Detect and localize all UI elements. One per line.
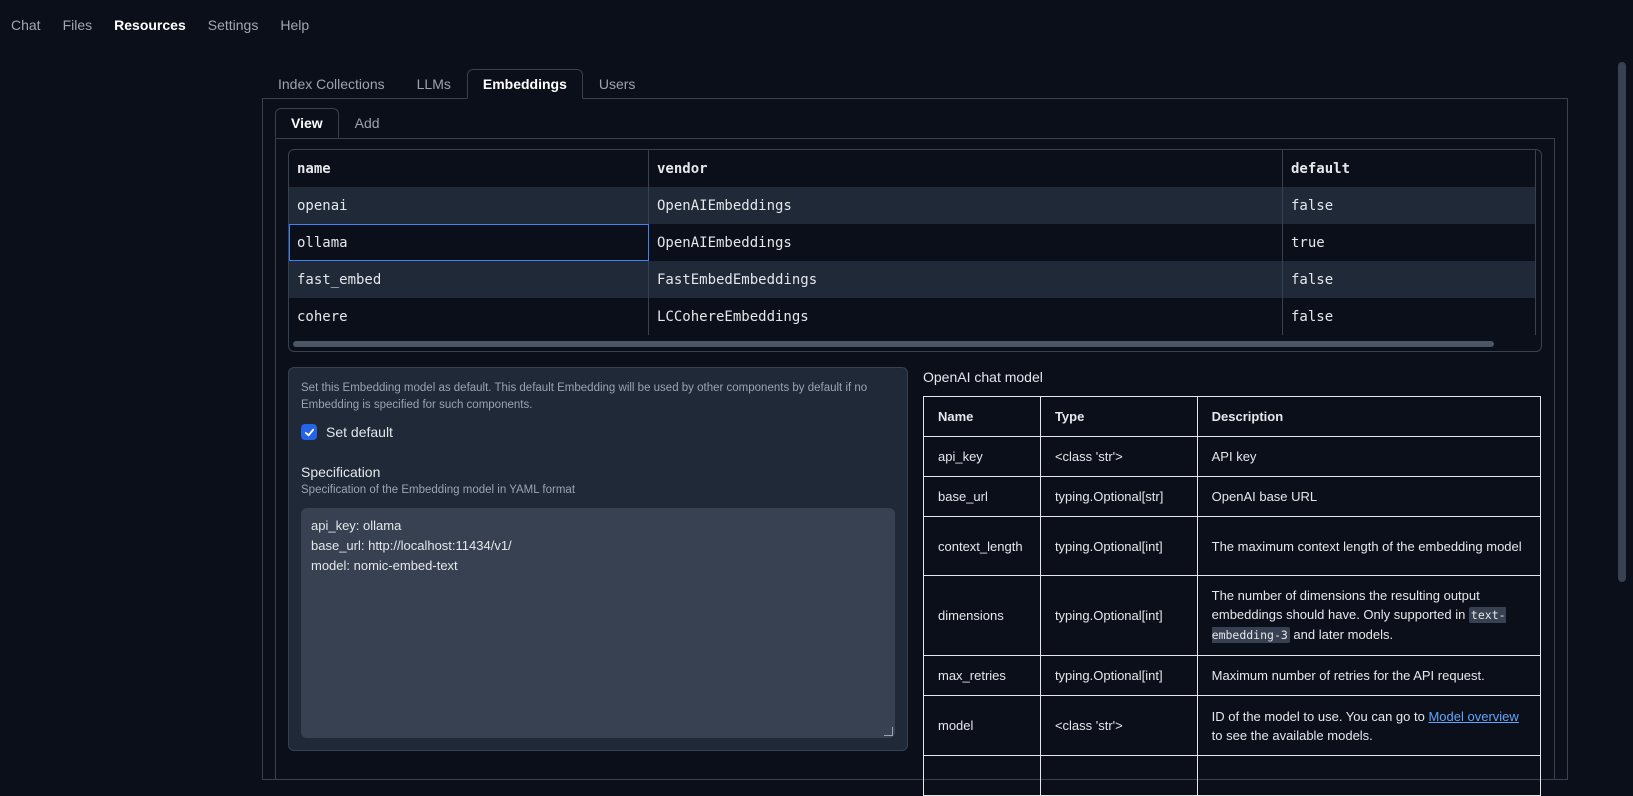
- embeddings-table: name vendor default openai OpenAIEmbeddi…: [288, 149, 1542, 352]
- param-type: typing.Optional[int]: [1039, 575, 1198, 656]
- cell-vendor[interactable]: OpenAIEmbeddings: [648, 224, 1283, 261]
- param-name: base_url: [923, 476, 1041, 517]
- tab-index-collections[interactable]: Index Collections: [262, 69, 401, 99]
- specification-title: Specification: [301, 464, 381, 480]
- column-header-name[interactable]: name: [289, 150, 649, 187]
- param-name: [923, 755, 1041, 796]
- default-info-text: Set this Embedding model as default. Thi…: [301, 382, 868, 411]
- set-default-row[interactable]: Set default: [301, 424, 393, 440]
- param-desc: Maximum number of retries for the API re…: [1196, 655, 1542, 696]
- table-row[interactable]: fast_embed FastEmbedEmbeddings false: [289, 261, 1536, 298]
- param-name: api_key: [923, 436, 1041, 477]
- column-header-default[interactable]: default: [1282, 150, 1536, 187]
- params-table: Name Type Description api_key <class 'st…: [923, 396, 1542, 796]
- table-row[interactable]: cohere LCCohereEmbeddings false: [289, 298, 1536, 335]
- cell-default[interactable]: false: [1282, 187, 1536, 224]
- embedding-settings-card: Set this Embedding model as default. Thi…: [288, 367, 908, 751]
- param-desc: [1196, 755, 1542, 796]
- page-scrollbar[interactable]: [1618, 62, 1626, 582]
- nav-files[interactable]: Files: [52, 17, 104, 33]
- param-desc: The maximum context length of the embedd…: [1196, 516, 1542, 576]
- params-row: api_key <class 'str'> API key: [923, 436, 1542, 477]
- view-tabs: View Add: [275, 108, 396, 138]
- spec-line: api_key: ollama: [311, 518, 402, 533]
- cell-vendor[interactable]: FastEmbedEmbeddings: [648, 261, 1283, 298]
- param-desc-text: ID of the model to use. You can go to: [1211, 708, 1429, 724]
- nav-resources[interactable]: Resources: [103, 17, 197, 33]
- param-name: dimensions: [923, 575, 1041, 656]
- param-desc-text: and later models.: [1289, 627, 1394, 642]
- cell-default[interactable]: false: [1282, 261, 1536, 298]
- nav-help[interactable]: Help: [269, 17, 320, 33]
- resource-tabs: Index Collections LLMs Embeddings Users: [262, 69, 651, 99]
- tab-llms[interactable]: LLMs: [401, 69, 467, 99]
- params-row: base_url typing.Optional[str] OpenAI bas…: [923, 476, 1542, 517]
- cell-vendor[interactable]: LCCohereEmbeddings: [648, 298, 1283, 335]
- specification-textarea[interactable]: api_key: ollama base_url: http://localho…: [301, 508, 895, 738]
- nav-settings[interactable]: Settings: [197, 17, 270, 33]
- specification-subtitle: Specification of the Embedding model in …: [301, 484, 576, 496]
- resize-handle-icon[interactable]: [884, 727, 893, 736]
- param-name: max_retries: [923, 655, 1041, 696]
- param-desc-text: The number of dimensions the resulting o…: [1211, 588, 1480, 622]
- column-header-vendor[interactable]: vendor: [648, 150, 1283, 187]
- params-row: model <class 'str'> ID of the model to u…: [923, 695, 1542, 756]
- param-type: [1039, 755, 1198, 796]
- nav-chat[interactable]: Chat: [0, 17, 52, 33]
- tab-embeddings[interactable]: Embeddings: [466, 69, 583, 99]
- tab-add[interactable]: Add: [339, 108, 396, 138]
- spec-line: base_url: http://localhost:11434/v1/: [311, 538, 512, 553]
- cell-default[interactable]: false: [1282, 298, 1536, 335]
- tab-users[interactable]: Users: [583, 69, 652, 99]
- cell-name[interactable]: fast_embed: [289, 261, 649, 298]
- param-desc-text: to see the available models.: [1211, 727, 1373, 743]
- param-desc: ID of the model to use. You can go to Mo…: [1196, 695, 1542, 756]
- param-desc: OpenAI base URL: [1196, 476, 1542, 517]
- set-default-label[interactable]: Set default: [326, 424, 393, 440]
- param-type: typing.Optional[str]: [1039, 476, 1198, 517]
- params-header-name: Name: [923, 396, 1041, 437]
- check-icon: [304, 428, 314, 436]
- param-name: model: [923, 695, 1041, 756]
- cell-name[interactable]: cohere: [289, 298, 649, 335]
- cell-name-selected[interactable]: ollama: [289, 224, 649, 261]
- top-nav: Chat Files Resources Settings Help: [0, 0, 320, 50]
- model-overview-link[interactable]: Model overview: [1428, 709, 1518, 724]
- param-type: <class 'str'>: [1039, 436, 1198, 477]
- params-row: dimensions typing.Optional[int] The numb…: [923, 575, 1542, 656]
- params-header-type: Type: [1039, 396, 1198, 437]
- table-row[interactable]: ollama OpenAIEmbeddings true: [289, 224, 1536, 261]
- tab-view[interactable]: View: [275, 108, 339, 138]
- cell-name[interactable]: openai: [289, 187, 649, 224]
- param-type: <class 'str'>: [1039, 695, 1198, 756]
- cell-vendor[interactable]: OpenAIEmbeddings: [648, 187, 1283, 224]
- param-type: typing.Optional[int]: [1039, 655, 1198, 696]
- param-name: context_length: [923, 516, 1041, 576]
- params-row: context_length typing.Optional[int] The …: [923, 516, 1542, 576]
- param-desc: The number of dimensions the resulting o…: [1196, 575, 1542, 656]
- spec-line: model: nomic-embed-text: [311, 558, 458, 573]
- params-row: [923, 755, 1542, 796]
- params-title: OpenAI chat model: [923, 369, 1043, 385]
- param-desc: API key: [1196, 436, 1542, 477]
- table-horizontal-scrollbar[interactable]: [293, 341, 1494, 347]
- params-header-description: Description: [1196, 396, 1542, 437]
- cell-default[interactable]: true: [1282, 224, 1536, 261]
- table-row[interactable]: openai OpenAIEmbeddings false: [289, 187, 1536, 224]
- set-default-checkbox[interactable]: [301, 424, 317, 440]
- params-row: max_retries typing.Optional[int] Maximum…: [923, 655, 1542, 696]
- param-type: typing.Optional[int]: [1039, 516, 1198, 576]
